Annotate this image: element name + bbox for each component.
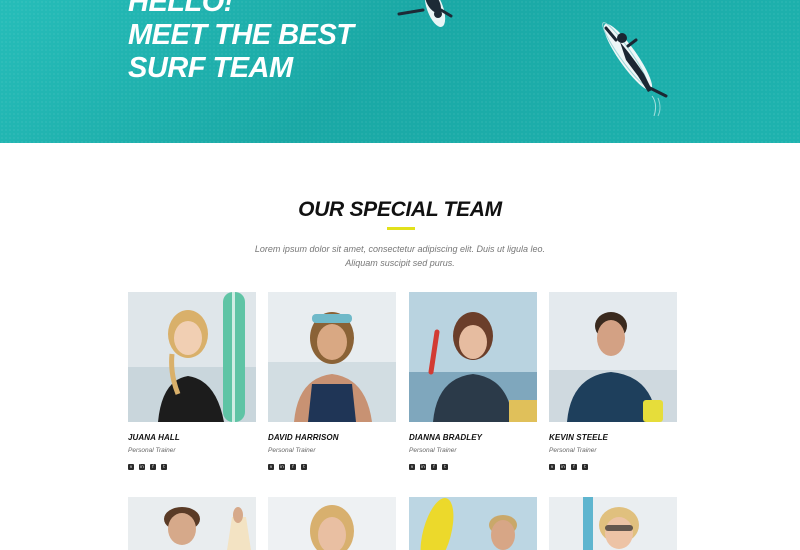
facebook-icon[interactable]: f (150, 464, 156, 470)
twitter-icon[interactable]: t (161, 464, 167, 470)
member-photo[interactable] (128, 292, 256, 422)
linkedin-icon[interactable]: in (560, 464, 566, 470)
section-desc-line-1: Lorem ipsum dolor sit amet, consectetur … (254, 244, 546, 254)
twitter-icon[interactable]: t (301, 464, 307, 470)
hero-line-1: HELLO! (128, 0, 233, 18)
hero-title: HELLO! MEET THE BEST SURF TEAM (128, 0, 354, 85)
member-name: JUANA HALL (128, 433, 180, 442)
member-photo[interactable] (128, 497, 256, 550)
social-links: v in f t (409, 464, 448, 470)
vimeo-icon[interactable]: v (128, 464, 134, 470)
linkedin-icon[interactable]: in (139, 464, 145, 470)
twitter-icon[interactable]: t (582, 464, 588, 470)
surfer-image-2 (602, 22, 668, 117)
twitter-icon[interactable]: t (442, 464, 448, 470)
social-links: v in f t (128, 464, 167, 470)
member-photo[interactable] (268, 497, 396, 550)
member-name: KEVIN STEELE (549, 433, 608, 442)
vimeo-icon[interactable]: v (549, 464, 555, 470)
section-title: OUR SPECIAL TEAM (298, 198, 502, 221)
member-role: Personal Trainer (549, 447, 597, 454)
member-name: DIANNA BRADLEY (409, 433, 483, 442)
member-role: Personal Trainer (409, 447, 457, 454)
title-underline (387, 227, 415, 230)
section-desc-line-2: Aliquam suscipit sed purus. (345, 258, 455, 268)
member-role: Personal Trainer (128, 447, 176, 454)
vimeo-icon[interactable]: v (409, 464, 415, 470)
linkedin-icon[interactable]: in (420, 464, 426, 470)
section-description: Lorem ipsum dolor sit amet, consectetur … (200, 242, 600, 270)
member-role: Personal Trainer (268, 447, 316, 454)
facebook-icon[interactable]: f (571, 464, 577, 470)
social-links: v in f t (549, 464, 588, 470)
surfer-image-1 (397, 0, 453, 27)
facebook-icon[interactable]: f (290, 464, 296, 470)
member-photo[interactable] (268, 292, 396, 422)
hero-line-2: MEET THE BEST (128, 19, 354, 51)
facebook-icon[interactable]: f (431, 464, 437, 470)
social-links: v in f t (268, 464, 307, 470)
member-photo[interactable] (409, 497, 537, 550)
member-photo[interactable] (549, 497, 677, 550)
member-photo[interactable] (409, 292, 537, 422)
hero-banner: HELLO! MEET THE BEST SURF TEAM (0, 0, 800, 143)
linkedin-icon[interactable]: in (279, 464, 285, 470)
hero-line-3: SURF TEAM (128, 52, 293, 84)
member-photo[interactable] (549, 292, 677, 422)
vimeo-icon[interactable]: v (268, 464, 274, 470)
member-name: DAVID HARRISON (268, 433, 339, 442)
